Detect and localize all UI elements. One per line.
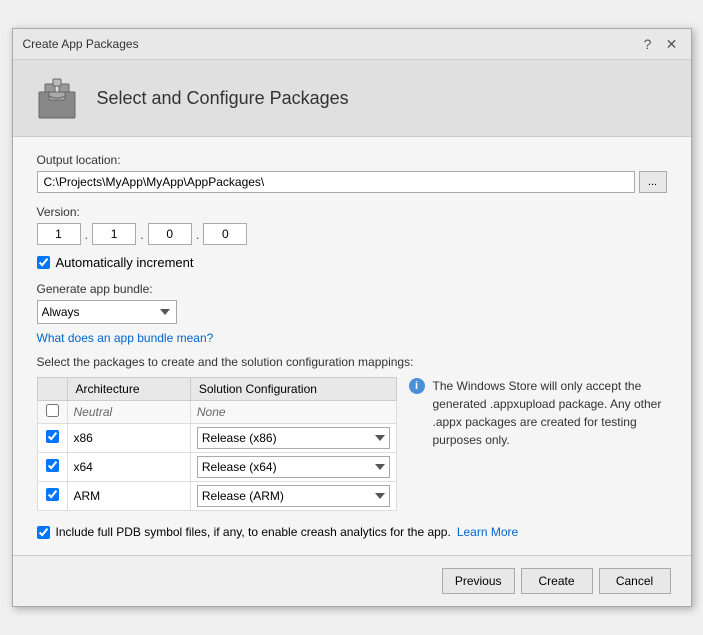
title-bar-left: Create App Packages: [23, 37, 139, 51]
help-button[interactable]: ?: [639, 35, 657, 53]
table-row: x64 Release (x64) Debug (x64): [37, 453, 396, 482]
cancel-button[interactable]: Cancel: [599, 568, 671, 594]
version-dot-2: .: [140, 227, 144, 242]
x64-config-select[interactable]: Release (x64) Debug (x64): [197, 456, 390, 478]
info-row: i The Windows Store will only accept the…: [409, 377, 667, 449]
arch-cell: ARM: [67, 482, 190, 511]
packages-table: Architecture Solution Configuration: [37, 377, 397, 511]
config-cell: Release (ARM) Debug (ARM): [190, 482, 396, 511]
config-cell: Release (x86) Debug (x86): [190, 424, 396, 453]
arm-checkbox[interactable]: [46, 488, 59, 501]
table-row: Neutral None: [37, 401, 396, 424]
version-minor[interactable]: [92, 223, 136, 245]
arch-cell: x86: [67, 424, 190, 453]
col-header-architecture: Architecture: [67, 378, 190, 401]
packages-table-wrap: Architecture Solution Configuration: [37, 377, 397, 511]
row-checkbox-cell: [37, 482, 67, 511]
arch-label-x64: x64: [74, 460, 93, 474]
output-location-input[interactable]: [37, 171, 635, 193]
info-box: i The Windows Store will only accept the…: [409, 377, 667, 449]
arm-config-select[interactable]: Release (ARM) Debug (ARM): [197, 485, 390, 507]
auto-increment-label[interactable]: Automatically increment: [56, 255, 194, 270]
version-build[interactable]: [148, 223, 192, 245]
bundle-section: Generate app bundle: Always If needed Ne…: [37, 282, 667, 345]
previous-button[interactable]: Previous: [442, 568, 515, 594]
create-app-packages-dialog: Create App Packages ? ✕ Select and Confi…: [12, 28, 692, 607]
pdb-learn-more-link[interactable]: Learn More: [457, 525, 518, 539]
footer: Previous Create Cancel: [13, 555, 691, 606]
version-label: Version:: [37, 205, 667, 219]
config-label-none: None: [197, 405, 226, 419]
version-dot-3: .: [196, 227, 200, 242]
version-dot-1: .: [85, 227, 89, 242]
config-cell: Release (x64) Debug (x64): [190, 453, 396, 482]
arch-cell: x64: [67, 453, 190, 482]
packages-layout: Architecture Solution Configuration: [37, 377, 667, 511]
table-row: ARM Release (ARM) Debug (ARM): [37, 482, 396, 511]
info-icon: i: [409, 378, 425, 394]
arch-label-arm: ARM: [74, 489, 101, 503]
version-revision[interactable]: [203, 223, 247, 245]
pdb-row: Include full PDB symbol files, if any, t…: [37, 525, 667, 539]
bundle-select[interactable]: Always If needed Never: [37, 300, 177, 324]
version-major[interactable]: [37, 223, 81, 245]
bundle-help-link[interactable]: What does an app bundle mean?: [37, 331, 214, 345]
auto-increment-row: Automatically increment: [37, 255, 667, 270]
col-header-solution-config: Solution Configuration: [190, 378, 396, 401]
neutral-checkbox[interactable]: [46, 404, 59, 417]
create-button[interactable]: Create: [521, 568, 593, 594]
table-row: x86 Release (x86) Debug (x86): [37, 424, 396, 453]
arch-cell: Neutral: [67, 401, 190, 424]
auto-increment-checkbox[interactable]: [37, 256, 50, 269]
info-text: The Windows Store will only accept the g…: [433, 377, 667, 449]
dialog-title: Create App Packages: [23, 37, 139, 51]
package-icon: [33, 74, 81, 122]
arch-label-neutral: Neutral: [74, 405, 113, 419]
packages-section: Select the packages to create and the so…: [37, 355, 667, 511]
header-title: Select and Configure Packages: [97, 88, 349, 109]
content-area: Output location: ... Version: . . . Auto…: [13, 137, 691, 555]
pdb-label[interactable]: Include full PDB symbol files, if any, t…: [56, 525, 451, 539]
packages-section-label: Select the packages to create and the so…: [37, 355, 667, 369]
title-bar: Create App Packages ? ✕: [13, 29, 691, 60]
row-checkbox-cell: [37, 424, 67, 453]
row-checkbox-cell: [37, 453, 67, 482]
title-bar-actions: ? ✕: [639, 35, 681, 53]
arch-label-x86: x86: [74, 431, 93, 445]
close-button[interactable]: ✕: [663, 35, 681, 53]
output-location-label: Output location:: [37, 153, 667, 167]
x86-checkbox[interactable]: [46, 430, 59, 443]
config-cell: None: [190, 401, 396, 424]
output-row: ...: [37, 171, 667, 193]
version-row: . . .: [37, 223, 667, 245]
header-section: Select and Configure Packages: [13, 60, 691, 137]
browse-button[interactable]: ...: [639, 171, 667, 193]
x86-config-select[interactable]: Release (x86) Debug (x86): [197, 427, 390, 449]
row-checkbox-cell: [37, 401, 67, 424]
bundle-label: Generate app bundle:: [37, 282, 667, 296]
version-section: Version: . . .: [37, 205, 667, 245]
col-header-check: [37, 378, 67, 401]
pdb-checkbox[interactable]: [37, 526, 50, 539]
x64-checkbox[interactable]: [46, 459, 59, 472]
